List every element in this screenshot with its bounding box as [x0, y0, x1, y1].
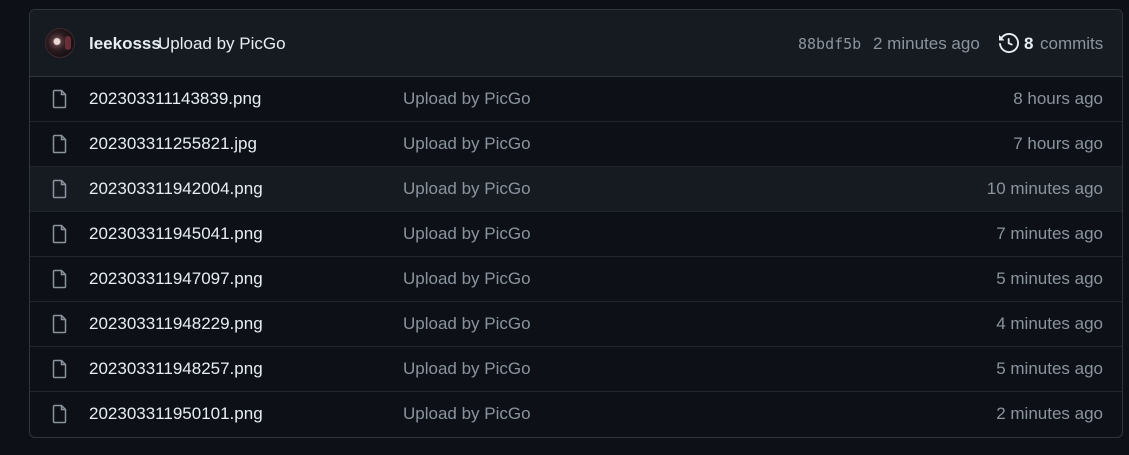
file-row[interactable]: 202303311143839.png Upload by PicGo 8 ho… — [30, 77, 1122, 121]
file-icon — [52, 314, 67, 334]
commit-time: 2 minutes ago — [873, 34, 980, 53]
file-name-link[interactable]: 202303311255821.jpg — [89, 134, 257, 154]
commits-label[interactable]: commits — [1040, 34, 1103, 54]
commits-count[interactable]: 8 — [1024, 34, 1033, 54]
commit-author-link[interactable]: leekosss — [89, 34, 161, 54]
file-commit-message-link[interactable]: Upload by PicGo — [403, 404, 531, 424]
file-commit-time: 4 minutes ago — [996, 314, 1103, 333]
file-commit-message-link[interactable]: Upload by PicGo — [403, 134, 531, 154]
commit-sha-link[interactable]: 88bdf5b — [798, 35, 861, 53]
file-icon — [52, 269, 67, 289]
file-commit-time: 7 hours ago — [1013, 134, 1103, 153]
file-row[interactable]: 202303311950101.png Upload by PicGo 2 mi… — [30, 391, 1122, 436]
file-icon — [52, 179, 67, 199]
file-commit-message-link[interactable]: Upload by PicGo — [403, 224, 531, 244]
file-commit-message-link[interactable]: Upload by PicGo — [403, 179, 531, 199]
file-commit-message-link[interactable]: Upload by PicGo — [403, 314, 531, 334]
file-commit-message-link[interactable]: Upload by PicGo — [403, 359, 531, 379]
file-commit-time: 5 minutes ago — [996, 269, 1103, 288]
history-icon[interactable] — [999, 33, 1019, 53]
file-name-link[interactable]: 202303311143839.png — [89, 89, 261, 109]
file-rows: 202303311143839.png Upload by PicGo 8 ho… — [30, 77, 1122, 436]
file-name-link[interactable]: 202303311950101.png — [89, 404, 263, 424]
file-commit-time: 8 hours ago — [1013, 89, 1103, 108]
file-icon — [52, 359, 67, 379]
file-icon — [52, 134, 67, 154]
file-name-link[interactable]: 202303311947097.png — [89, 269, 263, 289]
file-commit-time: 10 minutes ago — [986, 179, 1103, 198]
file-name-link[interactable]: 202303311948229.png — [89, 314, 263, 334]
file-commit-time: 5 minutes ago — [996, 359, 1103, 378]
file-icon — [52, 89, 67, 109]
file-commit-message-link[interactable]: Upload by PicGo — [403, 269, 531, 289]
file-row[interactable]: 202303311948257.png Upload by PicGo 5 mi… — [30, 346, 1122, 391]
file-icon — [52, 404, 67, 424]
commit-message-link[interactable]: Upload by PicGo — [158, 34, 286, 54]
file-commit-time: 7 minutes ago — [996, 224, 1103, 243]
file-name-link[interactable]: 202303311942004.png — [89, 179, 263, 199]
file-commit-message-link[interactable]: Upload by PicGo — [403, 89, 531, 109]
file-name-link[interactable]: 202303311945041.png — [89, 224, 263, 244]
file-row[interactable]: 202303311255821.jpg Upload by PicGo 7 ho… — [30, 121, 1122, 166]
avatar[interactable] — [45, 28, 75, 58]
file-row[interactable]: 202303311945041.png Upload by PicGo 7 mi… — [30, 211, 1122, 256]
file-commit-time: 2 minutes ago — [996, 404, 1103, 423]
file-name-link[interactable]: 202303311948257.png — [89, 359, 263, 379]
latest-commit-header: leekosss Upload by PicGo 88bdf5b 2 minut… — [30, 10, 1122, 77]
file-row[interactable]: 202303311948229.png Upload by PicGo 4 mi… — [30, 301, 1122, 346]
file-row[interactable]: 202303311942004.png Upload by PicGo 10 m… — [30, 166, 1122, 211]
file-list-box: leekosss Upload by PicGo 88bdf5b 2 minut… — [29, 9, 1123, 438]
file-icon — [52, 224, 67, 244]
file-row[interactable]: 202303311947097.png Upload by PicGo 5 mi… — [30, 256, 1122, 301]
